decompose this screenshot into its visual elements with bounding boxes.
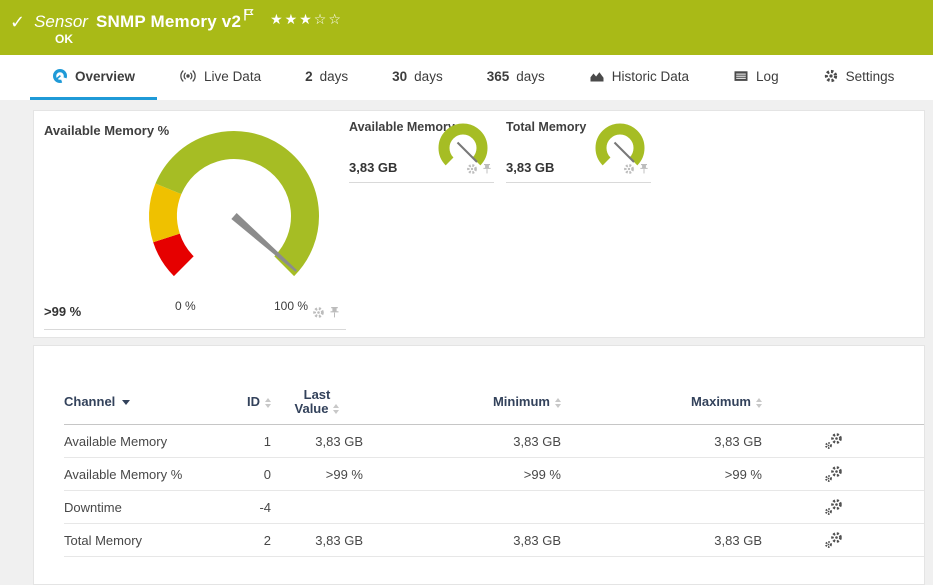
channel-minimum: 3,83 GB [363, 533, 561, 548]
channel-minimum: >99 % [363, 467, 561, 482]
tile-actions [623, 162, 649, 180]
gear-icon[interactable] [623, 162, 635, 180]
tab-overview[interactable]: Overview [30, 55, 157, 100]
available-memory-gauge-tile: Available Memory 3,83 GB [349, 111, 494, 183]
sort-desc-icon [122, 400, 130, 405]
channel-settings-gears-icon[interactable] [762, 465, 924, 483]
channels-card: Channel ID Last Value Minimum Maximum Av… [33, 345, 925, 585]
channel-name[interactable]: Downtime [64, 500, 214, 515]
channel-id: 1 [214, 434, 271, 449]
gear-icon[interactable] [466, 162, 478, 180]
column-label: ID [247, 394, 260, 409]
tab-label: days [320, 69, 349, 84]
tab-30-days[interactable]: 30 days [370, 55, 465, 100]
tab-live-data[interactable]: Live Data [157, 55, 283, 100]
column-header-minimum[interactable]: Minimum [363, 394, 561, 409]
primary-gauge [146, 128, 322, 304]
tab-number: 30 [392, 69, 407, 84]
column-header-maximum[interactable]: Maximum [561, 394, 762, 409]
table-row: Downtime -4 [64, 491, 924, 524]
tile-actions [466, 162, 492, 180]
tab-label: Overview [75, 69, 135, 84]
pin-icon[interactable] [482, 162, 492, 180]
tab-label: days [414, 69, 443, 84]
gauge-scale-min: 0 % [175, 299, 196, 313]
channel-name[interactable]: Available Memory [64, 434, 214, 449]
table-row: Total Memory 2 3,83 GB 3,83 GB 3,83 GB [64, 524, 924, 557]
sensor-header: ✓ Sensor SNMP Memory v2 ★★★☆☆ OK [0, 0, 933, 55]
sensor-title: SNMP Memory v2 [96, 12, 241, 32]
column-header-id[interactable]: ID [214, 394, 271, 409]
channels-table-header: Channel ID Last Value Minimum Maximum [64, 379, 924, 425]
table-row: Available Memory % 0 >99 % >99 % >99 % [64, 458, 924, 491]
channel-name[interactable]: Available Memory % [64, 467, 214, 482]
overview-content: Available Memory % 0 % 100 % >99 % Avail… [0, 100, 933, 585]
tab-label: Settings [846, 69, 895, 84]
log-icon [733, 68, 749, 84]
gear-icon [823, 68, 839, 84]
channel-id: 0 [214, 467, 271, 482]
sensor-header-row: ✓ Sensor SNMP Memory v2 ★★★☆☆ [0, 0, 933, 35]
channel-last-value: 3,83 GB [271, 533, 363, 548]
tile-value: 3,83 GB [506, 160, 554, 175]
pin-icon[interactable] [639, 162, 649, 180]
flag-icon[interactable] [244, 8, 254, 26]
column-header-channel[interactable]: Channel [64, 394, 214, 409]
tab-number: 2 [305, 69, 313, 84]
channel-maximum: 3,83 GB [561, 533, 762, 548]
total-memory-gauge-tile: Total Memory 3,83 GB [506, 111, 651, 183]
table-row: Available Memory 1 3,83 GB 3,83 GB 3,83 … [64, 425, 924, 458]
primary-gauge-tile: Available Memory % 0 % 100 % >99 % [44, 111, 346, 330]
gauge-icon [52, 68, 68, 84]
column-label: Channel [64, 394, 115, 409]
channel-settings-gears-icon[interactable] [762, 531, 924, 549]
tab-settings[interactable]: Settings [801, 55, 917, 100]
sort-arrows-icon [333, 404, 339, 414]
tab-bar: Overview Live Data 2 days 30 days 365 da… [0, 55, 933, 100]
channel-settings-gears-icon[interactable] [762, 498, 924, 516]
pin-icon[interactable] [329, 306, 340, 324]
channel-settings-gears-icon[interactable] [762, 432, 924, 450]
channel-last-value: >99 % [271, 467, 363, 482]
tile-actions [312, 306, 340, 324]
tab-2-days[interactable]: 2 days [283, 55, 370, 100]
status-badge: OK [55, 32, 73, 46]
channel-id: -4 [214, 500, 271, 515]
chart-icon [589, 68, 605, 84]
gear-icon[interactable] [312, 306, 325, 324]
column-label-line2: Value [295, 401, 329, 416]
channel-id: 2 [214, 533, 271, 548]
gauges-card: Available Memory % 0 % 100 % >99 % Avail… [33, 110, 925, 338]
broadcast-icon [179, 68, 197, 84]
column-header-last-value[interactable]: Last Value [271, 388, 363, 416]
gauge-needle [458, 143, 478, 163]
tab-label: Log [756, 69, 779, 84]
tab-label: days [516, 69, 545, 84]
priority-stars[interactable]: ★★★☆☆ [270, 11, 343, 28]
gauge-needle [615, 143, 635, 163]
tab-label: Live Data [204, 69, 261, 84]
tile-title: Total Memory [506, 120, 586, 134]
sort-arrows-icon [756, 398, 762, 408]
tab-number: 365 [487, 69, 510, 84]
tab-365-days[interactable]: 365 days [465, 55, 567, 100]
primary-gauge-value: >99 % [44, 304, 81, 319]
tile-value: 3,83 GB [349, 160, 397, 175]
tab-label: Historic Data [612, 69, 689, 84]
channel-maximum: >99 % [561, 467, 762, 482]
status-check-icon: ✓ [10, 13, 25, 31]
tab-log[interactable]: Log [711, 55, 801, 100]
column-label: Maximum [691, 394, 751, 409]
gauge-scale-max: 100 % [274, 299, 308, 313]
column-label-line1: Last [271, 388, 363, 402]
channel-name[interactable]: Total Memory [64, 533, 214, 548]
channel-maximum: 3,83 GB [561, 434, 762, 449]
channel-last-value: 3,83 GB [271, 434, 363, 449]
channel-minimum: 3,83 GB [363, 434, 561, 449]
column-label: Minimum [493, 394, 550, 409]
tab-historic-data[interactable]: Historic Data [567, 55, 711, 100]
object-kind-label: Sensor [34, 12, 88, 32]
